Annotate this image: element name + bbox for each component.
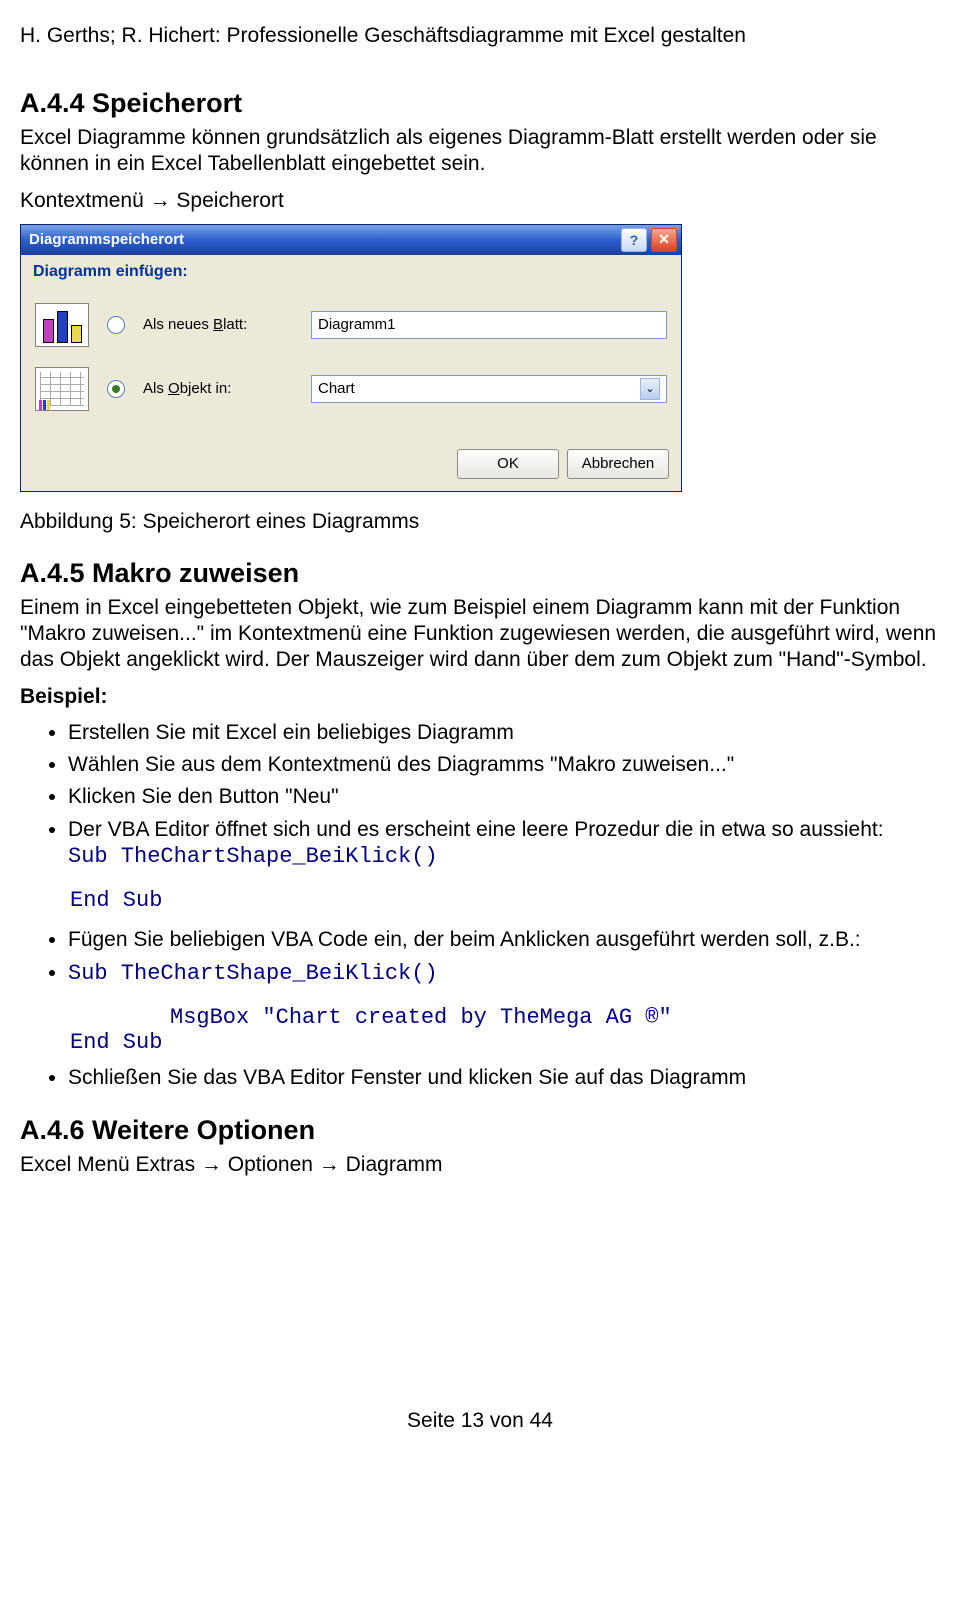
code-line: MsgBox "Chart created by TheMega AG ®" bbox=[20, 1005, 940, 1030]
list-item: Schließen Sie das VBA Editor Fenster und… bbox=[68, 1065, 940, 1091]
radio-als-neues-blatt[interactable] bbox=[107, 316, 125, 334]
cancel-button[interactable]: Abbrechen bbox=[567, 449, 669, 479]
input-blatt-name[interactable]: Diagramm1 bbox=[311, 311, 667, 339]
figure-caption-5: Abbildung 5: Speicherort eines Diagramms bbox=[20, 510, 940, 534]
doc-header: H. Gerths; R. Hichert: Professionelle Ge… bbox=[20, 24, 940, 48]
paragraph-a44: Excel Diagramme können grundsätzlich als… bbox=[20, 125, 940, 178]
code-line: Sub TheChartShape_BeiKlick() bbox=[68, 844, 438, 869]
heading-a44: A.4.4 Speicherort bbox=[20, 88, 940, 119]
dialog-titlebar: Diagrammspeicherort ? ✕ bbox=[21, 225, 681, 255]
code-line: End Sub bbox=[20, 888, 940, 913]
dialog-subtitle: Diagramm einfügen: bbox=[21, 255, 681, 285]
list-item: Klicken Sie den Button "Neu" bbox=[68, 784, 940, 810]
dropdown-objekt-in[interactable]: Chart ⌄ bbox=[311, 375, 667, 403]
label-als-objekt-in: Als Objekt in: bbox=[143, 380, 293, 397]
help-button[interactable]: ? bbox=[621, 228, 647, 252]
dialog-diagrammspeicherort: Diagrammspeicherort ? ✕ Diagramm einfüge… bbox=[20, 224, 682, 492]
list-item: Fügen Sie beliebigen VBA Code ein, der b… bbox=[68, 927, 940, 953]
radio-als-objekt-in[interactable] bbox=[107, 380, 125, 398]
code-line: End Sub bbox=[20, 1030, 940, 1055]
ok-button[interactable]: OK bbox=[457, 449, 559, 479]
list-item: Wählen Sie aus dem Kontextmenü des Diagr… bbox=[68, 752, 940, 778]
list-item: Erstellen Sie mit Excel ein beliebiges D… bbox=[68, 720, 940, 746]
dialog-title: Diagrammspeicherort bbox=[29, 231, 184, 248]
chevron-down-icon[interactable]: ⌄ bbox=[640, 378, 660, 400]
heading-a45: A.4.5 Makro zuweisen bbox=[20, 558, 940, 589]
paragraph-a45: Einem in Excel eingebetteten Objekt, wie… bbox=[20, 595, 940, 674]
embedded-object-icon bbox=[35, 367, 89, 411]
beispiel-label: Beispiel: bbox=[20, 684, 940, 710]
heading-a46: A.4.6 Weitere Optionen bbox=[20, 1115, 940, 1146]
path-a46: Excel Menü Extras → Optionen → Diagramm bbox=[20, 1152, 940, 1178]
close-button[interactable]: ✕ bbox=[651, 228, 677, 252]
path-a44: Kontextmenü → Speicherort bbox=[20, 188, 940, 214]
label-als-neues-blatt: Als neues Blatt: bbox=[143, 316, 293, 333]
list-item: Der VBA Editor öffnet sich und es ersche… bbox=[68, 817, 940, 871]
page-footer: Seite 13 von 44 bbox=[20, 1409, 940, 1433]
sheet-chart-icon bbox=[35, 303, 89, 347]
list-item: Sub TheChartShape_BeiKlick() bbox=[68, 960, 940, 988]
